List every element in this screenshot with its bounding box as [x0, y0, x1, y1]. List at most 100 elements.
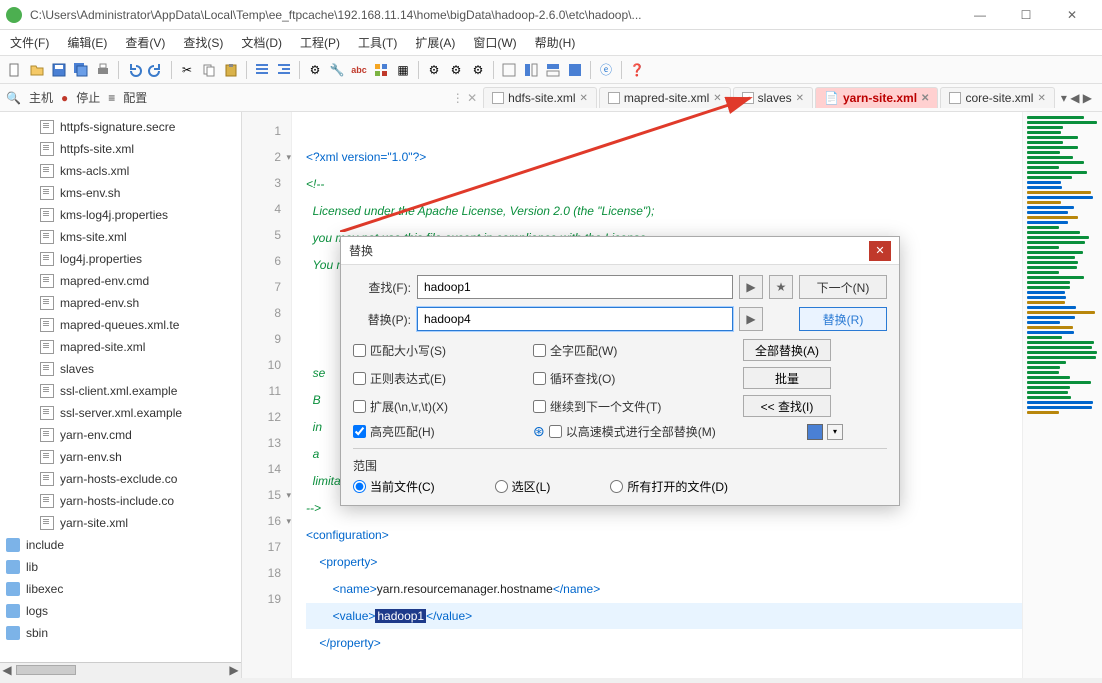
menu-edit[interactable]: 编辑(E) [63, 32, 111, 53]
scrollbar-thumb[interactable] [16, 665, 76, 675]
replace-button[interactable]: 替换(R) [799, 307, 887, 331]
save-all-icon[interactable] [72, 61, 90, 79]
new-file-icon[interactable] [6, 61, 24, 79]
tree-file-item[interactable]: yarn-site.xml [0, 512, 241, 534]
tree-file-item[interactable]: mapred-queues.xml.te [0, 314, 241, 336]
tab-close-icon[interactable]: ✕ [713, 93, 721, 104]
layout1-icon[interactable] [500, 61, 518, 79]
opt-regex[interactable]: 正则表达式(E) [353, 370, 533, 387]
sidebar-scrollbar[interactable]: ◀ ▶ [0, 662, 241, 678]
browser-icon[interactable]: ⓔ [597, 61, 615, 79]
tab-close-icon[interactable]: ✕ [580, 93, 588, 104]
copy-icon[interactable] [200, 61, 218, 79]
tab-hdfs-site[interactable]: hdfs-site.xml✕ [483, 87, 597, 108]
abc-icon[interactable]: abc [350, 61, 368, 79]
undo-icon[interactable] [125, 61, 143, 79]
opt-wrap[interactable]: 循环查找(O) [533, 370, 743, 387]
menu-ext[interactable]: 扩展(A) [411, 32, 459, 53]
scope-selection[interactable]: 选区(L) [495, 478, 551, 495]
tree-file-item[interactable]: ssl-client.xml.example [0, 380, 241, 402]
tab-slaves[interactable]: slaves✕ [733, 87, 813, 108]
tree-file-item[interactable]: kms-acls.xml [0, 160, 241, 182]
replace-input[interactable] [417, 307, 733, 331]
tree-file-item[interactable]: kms-log4j.properties [0, 204, 241, 226]
gear3-icon[interactable]: ⚙ [469, 61, 487, 79]
scope-all-open[interactable]: 所有打开的文件(D) [610, 478, 728, 495]
minimap[interactable] [1022, 112, 1102, 678]
stop-label[interactable]: 停止 [76, 89, 100, 106]
tree-file-item[interactable]: httpfs-site.xml [0, 138, 241, 160]
tree-file-item[interactable]: kms-env.sh [0, 182, 241, 204]
tab-overflow-icon[interactable]: ⋮ ✕ [448, 91, 481, 105]
minimize-button[interactable]: — [966, 8, 994, 22]
menu-help[interactable]: 帮助(H) [531, 32, 580, 53]
tree-file-item[interactable]: log4j.properties [0, 248, 241, 270]
find-mode-button[interactable]: << 查找(I) [743, 395, 831, 417]
tab-close-icon[interactable]: ✕ [921, 93, 929, 104]
cut-icon[interactable]: ✂ [178, 61, 196, 79]
highlight-color-dropdown[interactable]: ▾ [827, 424, 843, 440]
outdent-icon[interactable] [275, 61, 293, 79]
opt-ext[interactable]: 扩展(\n,\r,\t)(X) [353, 398, 533, 415]
gear2-icon[interactable]: ⚙ [447, 61, 465, 79]
tab-core-site[interactable]: core-site.xml✕ [940, 87, 1054, 108]
tree-file-item[interactable]: yarn-hosts-exclude.co [0, 468, 241, 490]
tool2-icon[interactable]: 🔧 [328, 61, 346, 79]
config-label[interactable]: 配置 [123, 89, 147, 106]
paste-icon[interactable] [222, 61, 240, 79]
tree-file-item[interactable]: httpfs-signature.secre [0, 116, 241, 138]
tree-folder-item[interactable]: logs [0, 600, 241, 622]
indent-icon[interactable] [253, 61, 271, 79]
replace-all-button[interactable]: 全部替换(A) [743, 339, 831, 361]
next-button[interactable]: 下一个(N) [799, 275, 887, 299]
replace-next-mini-button[interactable]: ▶ [739, 307, 763, 331]
tool-icon[interactable]: ⚙ [306, 61, 324, 79]
menu-view[interactable]: 查看(V) [121, 32, 169, 53]
redo-icon[interactable] [147, 61, 165, 79]
grid-icon[interactable] [372, 61, 390, 79]
maximize-button[interactable]: ☐ [1012, 8, 1040, 22]
tree-file-item[interactable]: yarn-env.cmd [0, 424, 241, 446]
tab-close-icon[interactable]: ✕ [1037, 93, 1045, 104]
tree-folder-item[interactable]: libexec [0, 578, 241, 600]
close-button[interactable]: ✕ [1058, 8, 1086, 22]
host-label[interactable]: 主机 [29, 89, 53, 106]
print-icon[interactable] [94, 61, 112, 79]
dialog-close-button[interactable]: ✕ [869, 241, 891, 261]
menu-tools[interactable]: 工具(T) [354, 32, 401, 53]
opt-whole[interactable]: 全字匹配(W) [533, 342, 743, 359]
tree-file-item[interactable]: yarn-env.sh [0, 446, 241, 468]
tree-file-item[interactable]: slaves [0, 358, 241, 380]
save-icon[interactable] [50, 61, 68, 79]
tab-close-icon[interactable]: ✕ [796, 93, 804, 104]
bookmark-button[interactable]: ★ [769, 275, 793, 299]
menu-file[interactable]: 文件(F) [6, 32, 53, 53]
opt-case[interactable]: 匹配大小写(S) [353, 342, 533, 359]
help-icon[interactable]: ❓ [628, 61, 646, 79]
highlight-color-swatch[interactable] [807, 424, 823, 440]
gear-icon[interactable]: ⚙ [425, 61, 443, 79]
menu-project[interactable]: 工程(P) [296, 32, 344, 53]
opt-fast[interactable]: ⊛ 以高速模式进行全部替换(M) [533, 423, 743, 440]
tree-file-item[interactable]: mapred-env.sh [0, 292, 241, 314]
tree-file-item[interactable]: mapred-site.xml [0, 336, 241, 358]
tree-folder-item[interactable]: sbin [0, 622, 241, 644]
menu-doc[interactable]: 文档(D) [237, 32, 286, 53]
tree-file-item[interactable]: kms-site.xml [0, 226, 241, 248]
layout3-icon[interactable] [544, 61, 562, 79]
scope-current[interactable]: 当前文件(C) [353, 478, 435, 495]
find-input[interactable] [417, 275, 733, 299]
open-icon[interactable] [28, 61, 46, 79]
tree-file-item[interactable]: mapred-env.cmd [0, 270, 241, 292]
tree-folder-item[interactable]: lib [0, 556, 241, 578]
menu-window[interactable]: 窗口(W) [469, 32, 520, 53]
layout4-icon[interactable] [566, 61, 584, 79]
opt-highlight[interactable]: 高亮匹配(H) [353, 423, 533, 440]
tab-yarn-site[interactable]: 📄yarn-site.xml✕ [815, 87, 938, 108]
layout2-icon[interactable] [522, 61, 540, 79]
tab-nav-icon[interactable]: ▾ ◀ ▶ [1057, 91, 1096, 105]
batch-button[interactable]: 批量 [743, 367, 831, 389]
find-next-mini-button[interactable]: ▶ [739, 275, 763, 299]
tab-mapred-site[interactable]: mapred-site.xml✕ [599, 87, 731, 108]
menu-find[interactable]: 查找(S) [179, 32, 227, 53]
